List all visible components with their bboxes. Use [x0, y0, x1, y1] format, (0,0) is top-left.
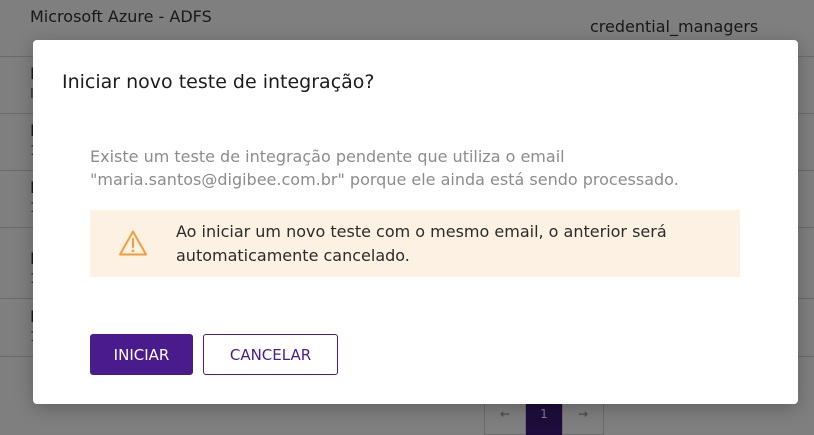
cancel-button[interactable]: CANCELAR	[203, 334, 338, 375]
warning-alert: Ao iniciar um novo teste com o mesmo ema…	[90, 210, 740, 277]
warning-triangle-icon	[119, 230, 147, 256]
dialog-message: Existe um teste de integração pendente q…	[90, 147, 679, 189]
confirmation-dialog: Iniciar novo teste de integração? Existe…	[33, 40, 798, 404]
warning-text: Ao iniciar um novo teste com o mesmo ema…	[176, 222, 667, 265]
start-button[interactable]: INICIAR	[90, 334, 193, 375]
dialog-title: Iniciar novo teste de integração?	[62, 71, 375, 93]
